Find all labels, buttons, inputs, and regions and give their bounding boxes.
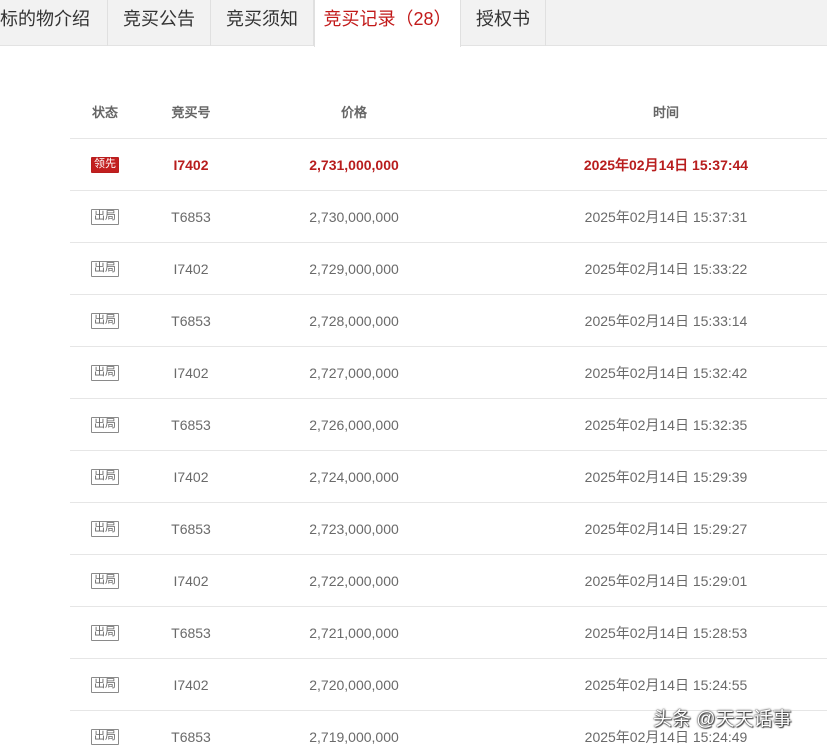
- table-row: 出局 T6853 2,730,000,000 2025年02月14日 15:37…: [70, 191, 827, 243]
- bidder-no-cell: I7402: [173, 469, 209, 485]
- table-row: 出局 T6853 2,723,000,000 2025年02月14日 15:29…: [70, 503, 827, 555]
- bidder-no-cell: I7402: [173, 573, 209, 589]
- time-cell: 2025年02月14日 15:28:53: [584, 625, 748, 641]
- status-cell: 出局: [70, 555, 140, 607]
- table-header: 状态 竞买号 价格 时间: [70, 87, 827, 139]
- tab-label: 竞买记录（28）: [323, 9, 452, 29]
- status-cell: 出局: [70, 607, 140, 659]
- time-cell: 2025年02月14日 15:29:27: [584, 521, 748, 537]
- status-badge: 出局: [91, 365, 119, 382]
- price-cell: 2,724,000,000: [309, 469, 399, 485]
- page: 标的物介绍 竞买公告 竞买须知 竞买记录（28） 授权书 状态 竞买号 价格 时…: [0, 0, 827, 749]
- table-row: 领先 I7402 2,731,000,000 2025年02月14日 15:37…: [70, 139, 827, 191]
- table-row: 出局 I7402 2,724,000,000 2025年02月14日 15:29…: [70, 451, 827, 503]
- status-badge: 出局: [91, 313, 119, 330]
- bidder-no-cell: I7402: [173, 365, 209, 381]
- bidder-no-cell: T6853: [171, 209, 211, 225]
- price-cell: 2,719,000,000: [309, 729, 399, 745]
- price-cell: 2,721,000,000: [309, 625, 399, 641]
- status-cell: 出局: [70, 399, 140, 451]
- time-cell: 2025年02月14日 15:29:01: [584, 573, 748, 589]
- time-cell: 2025年02月14日 15:29:39: [584, 469, 748, 485]
- status-badge: 出局: [91, 573, 119, 590]
- bidder-no-cell: T6853: [171, 313, 211, 329]
- bidder-no-cell: T6853: [171, 625, 211, 641]
- status-cell: 出局: [70, 347, 140, 399]
- watermark-text: 头条 @天天话事: [653, 709, 792, 730]
- tab-announcement[interactable]: 竞买公告: [108, 0, 211, 46]
- bidder-no-cell: I7402: [173, 261, 209, 277]
- time-cell: 2025年02月14日 15:37:44: [583, 157, 749, 173]
- table-row: 出局 I7402 2,729,000,000 2025年02月14日 15:33…: [70, 243, 827, 295]
- status-badge: 出局: [91, 521, 119, 538]
- time-cell: 2025年02月14日 15:32:42: [584, 365, 748, 381]
- status-badge: 出局: [91, 417, 119, 434]
- price-cell: 2,726,000,000: [309, 417, 399, 433]
- tab-label: 授权书: [476, 9, 530, 29]
- table-row: 出局 T6853 2,721,000,000 2025年02月14日 15:28…: [70, 607, 827, 659]
- price-cell: 2,728,000,000: [309, 313, 399, 329]
- tab-notice[interactable]: 竞买须知: [211, 0, 314, 46]
- tab-bid-records[interactable]: 竞买记录（28）: [314, 0, 461, 47]
- tab-label: 标的物介绍: [0, 9, 90, 29]
- table-row: 出局 I7402 2,722,000,000 2025年02月14日 15:29…: [70, 555, 827, 607]
- bidder-no-cell: T6853: [171, 521, 211, 537]
- tab-bar: 标的物介绍 竞买公告 竞买须知 竞买记录（28） 授权书: [0, 0, 827, 47]
- header-status: 状态: [91, 105, 118, 120]
- status-badge: 出局: [91, 625, 119, 642]
- bid-records-table: 状态 竞买号 价格 时间 领先 I7402 2,731,000,000 2025…: [70, 87, 827, 749]
- price-cell: 2,729,000,000: [309, 261, 399, 277]
- tab-label: 竞买公告: [123, 9, 195, 29]
- status-badge: 出局: [91, 729, 119, 746]
- tab-authorization[interactable]: 授权书: [461, 0, 546, 46]
- bidder-no-cell: I7402: [173, 157, 209, 173]
- tab-item-intro[interactable]: 标的物介绍: [0, 0, 108, 46]
- price-cell: 2,722,000,000: [309, 573, 399, 589]
- bidder-no-cell: I7402: [173, 677, 209, 693]
- status-cell: 出局: [70, 451, 140, 503]
- status-cell: 出局: [70, 243, 140, 295]
- tab-label: 竞买须知: [226, 9, 298, 29]
- time-cell: 2025年02月14日 15:37:31: [584, 209, 748, 225]
- status-badge: 出局: [91, 261, 119, 278]
- status-cell: 出局: [70, 711, 140, 749]
- time-cell: 2025年02月14日 15:33:14: [584, 313, 748, 329]
- price-cell: 2,720,000,000: [309, 677, 399, 693]
- status-cell: 领先: [70, 139, 140, 191]
- time-cell: 2025年02月14日 15:32:35: [584, 417, 748, 433]
- bidder-no-cell: T6853: [171, 417, 211, 433]
- table-row: 出局 T6853 2,726,000,000 2025年02月14日 15:32…: [70, 399, 827, 451]
- header-time: 时间: [652, 105, 679, 120]
- header-price: 价格: [340, 105, 367, 120]
- table-row: 出局 I7402 2,727,000,000 2025年02月14日 15:32…: [70, 347, 827, 399]
- status-cell: 出局: [70, 191, 140, 243]
- status-cell: 出局: [70, 659, 140, 711]
- price-cell: 2,727,000,000: [309, 365, 399, 381]
- status-badge: 出局: [91, 209, 119, 226]
- table-row: 出局 T6853 2,728,000,000 2025年02月14日 15:33…: [70, 295, 827, 347]
- price-cell: 2,731,000,000: [309, 157, 399, 173]
- price-cell: 2,723,000,000: [309, 521, 399, 537]
- status-badge: 出局: [91, 469, 119, 486]
- status-cell: 出局: [70, 503, 140, 555]
- price-cell: 2,730,000,000: [309, 209, 399, 225]
- time-cell: 2025年02月14日 15:33:22: [584, 261, 748, 277]
- status-badge: 出局: [91, 677, 119, 694]
- bidder-no-cell: T6853: [171, 729, 211, 745]
- header-bidder-no: 竞买号: [171, 105, 211, 120]
- status-cell: 出局: [70, 295, 140, 347]
- status-badge: 领先: [91, 157, 119, 174]
